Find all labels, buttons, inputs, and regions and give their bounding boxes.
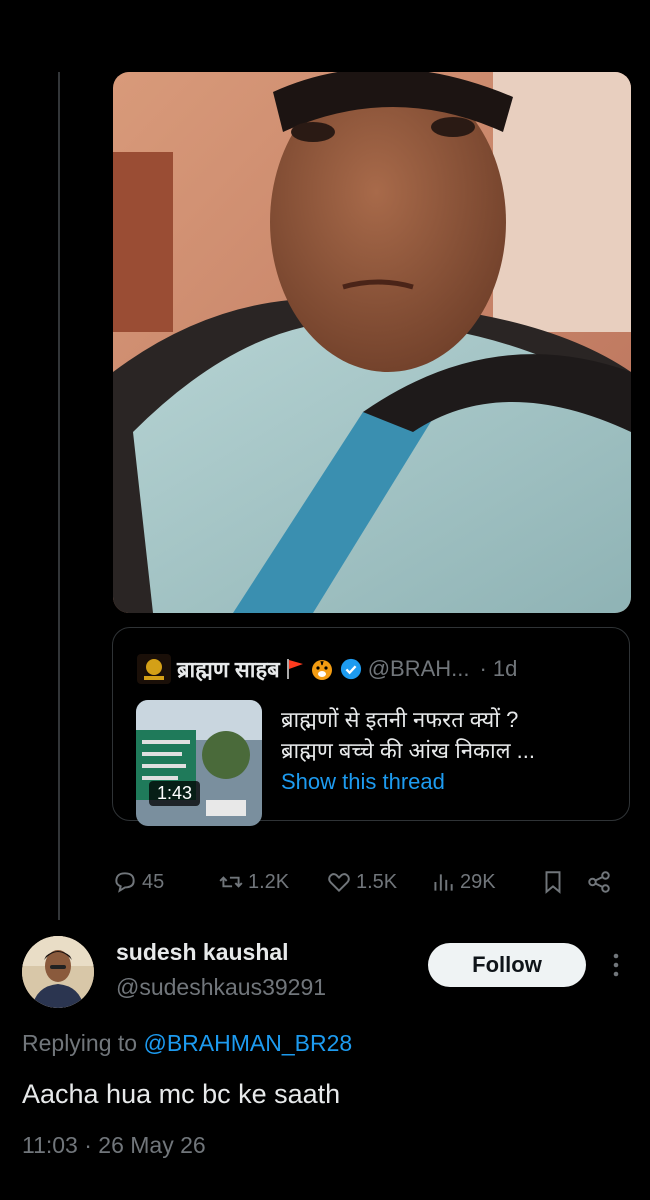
reply-count: 45: [142, 870, 165, 893]
more-options-icon[interactable]: [606, 950, 626, 980]
replying-to-line: Replying to @BRAHMAN_BR28: [22, 1030, 352, 1057]
quoted-tweet-text: ब्राह्मणों से इतनी नफरत क्यों ? ब्राह्मण…: [281, 704, 611, 797]
reply-author-avatar[interactable]: [22, 936, 94, 1008]
verified-badge-icon: [340, 658, 361, 680]
quoted-author-handle: @BRAH...: [367, 656, 470, 681]
quoted-tweet-card[interactable]: ब्राह्मण साहब @BRAH... · 1d 1:43 ब्राह्म…: [112, 627, 630, 826]
reply-button[interactable]: 45: [112, 869, 218, 895]
bookmark-icon: [545, 871, 561, 894]
saffron-flag-icon: [286, 659, 303, 679]
tiger-face-icon: [311, 660, 332, 680]
like-count: 1.5K: [356, 870, 398, 893]
views-button[interactable]: 29K: [430, 869, 540, 895]
views-chart-icon: [434, 874, 453, 891]
quoted-video-thumbnail[interactable]: 1:43: [136, 700, 262, 826]
header-separator: ·: [479, 656, 487, 681]
reply-author-name[interactable]: sudesh kaushal: [116, 939, 289, 966]
tweet-action-bar: 45 1.2K 1.5K 29K: [112, 862, 627, 902]
reply-author-handle[interactable]: @sudeshkaus39291: [116, 974, 326, 1001]
video-duration-badge: 1:43: [149, 781, 201, 806]
replying-to-mention[interactable]: @BRAHMAN_BR28: [143, 1030, 352, 1056]
retweet-count: 1.2K: [248, 870, 290, 893]
retweet-icon: [219, 876, 243, 888]
thread-connector-line: [58, 72, 60, 920]
quoted-tweet-header: ब्राह्मण साहब @BRAH... · 1d: [137, 654, 609, 684]
replying-to-prefix: Replying to: [22, 1030, 138, 1056]
bookmark-button[interactable]: [540, 869, 586, 895]
reply-timestamp[interactable]: 11:03 · 26 May 26: [22, 1132, 206, 1159]
follow-button[interactable]: Follow: [428, 943, 586, 987]
quoted-author-name[interactable]: ब्राह्मण साहब: [177, 654, 280, 684]
reply-text: Aacha hua mc bc ke saath: [22, 1079, 341, 1109]
like-button[interactable]: 1.5K: [326, 869, 430, 895]
tweet-photo[interactable]: [113, 72, 631, 613]
quoted-text-line-1: ब्राह्मणों से इतनी नफरत क्यों ?: [281, 707, 519, 732]
heart-icon: [328, 873, 350, 893]
quoted-tweet-time: 1d: [492, 656, 518, 681]
views-count: 29K: [460, 870, 496, 893]
quoted-text-line-2: ब्राह्मण बच्चे की आंख निकाल ...: [281, 738, 536, 763]
quoted-author-avatar[interactable]: [137, 654, 171, 684]
share-icon: [588, 871, 610, 893]
reply-bubble-icon: [115, 872, 135, 893]
retweet-button[interactable]: 1.2K: [218, 869, 326, 895]
share-button[interactable]: [586, 869, 612, 895]
show-thread-link[interactable]: Show this thread: [281, 766, 611, 797]
